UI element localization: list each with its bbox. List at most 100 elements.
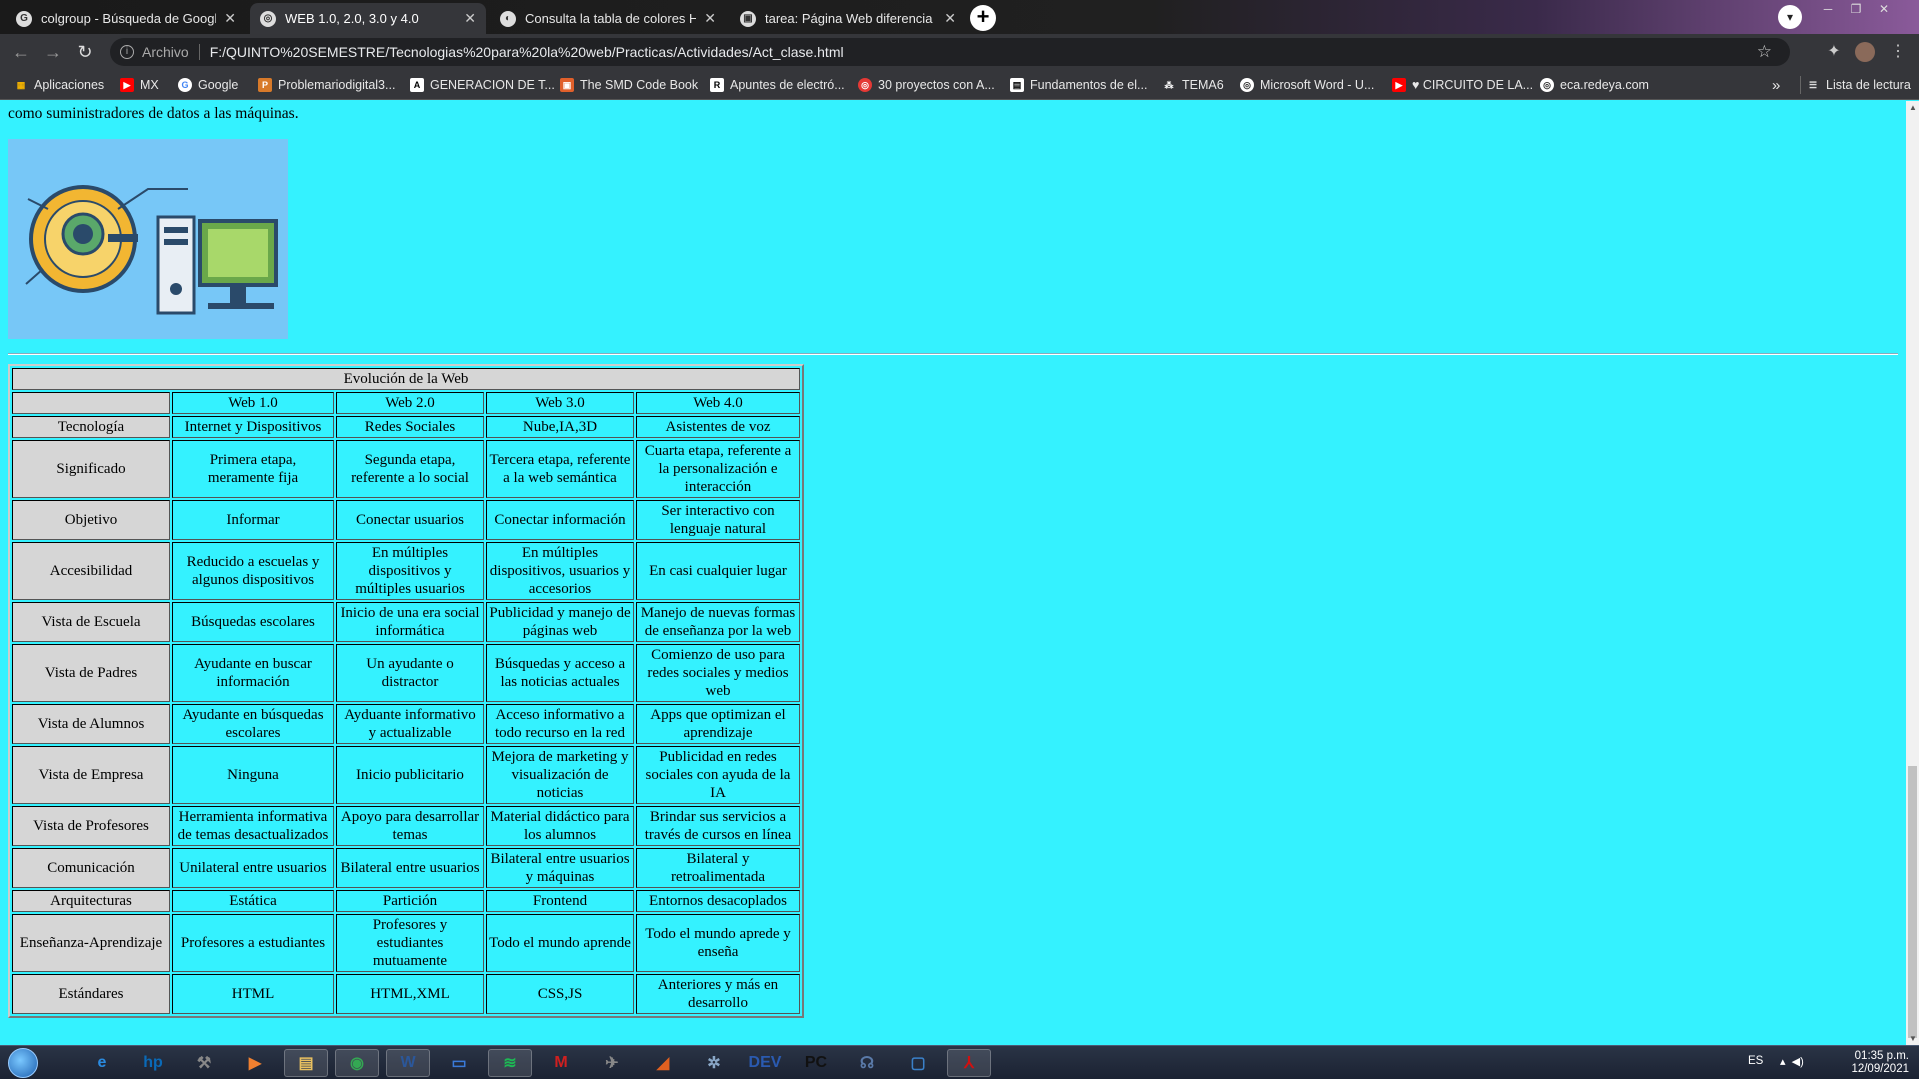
chevron-up-icon[interactable]: ▴ bbox=[1780, 1056, 1786, 1068]
avatar[interactable] bbox=[1855, 42, 1875, 62]
info-icon[interactable]: i bbox=[120, 45, 134, 59]
globe-icon: ◎ bbox=[1240, 78, 1254, 92]
tab-google-search[interactable]: G colgroup - Búsqueda de Google ✕ bbox=[6, 3, 246, 34]
google-icon: G bbox=[178, 78, 192, 92]
bookmark-item[interactable]: ▤ Fundamentos de el... bbox=[1010, 76, 1147, 94]
table-cell: Ayduante informativo y actualizable bbox=[336, 704, 484, 744]
close-icon[interactable]: ✕ bbox=[944, 10, 956, 27]
column-header: Web 3.0 bbox=[486, 392, 634, 414]
tab-search-icon[interactable]: ▾ bbox=[1778, 5, 1802, 29]
reload-button[interactable]: ↻ bbox=[74, 41, 96, 63]
hp-icon[interactable]: hp bbox=[131, 1049, 175, 1077]
table-cell: Informar bbox=[172, 500, 334, 540]
minimize-button[interactable]: ─ bbox=[1815, 0, 1841, 18]
scroll-up-icon[interactable]: ▲ bbox=[1909, 103, 1917, 112]
reading-list-button[interactable]: ☰ Lista de lectura bbox=[1806, 76, 1911, 94]
globe-icon: ◎ bbox=[1540, 78, 1554, 92]
bookmark-star-icon[interactable]: ☆ bbox=[1757, 42, 1772, 62]
scroll-down-icon[interactable]: ▼ bbox=[1909, 1034, 1917, 1043]
bookmark-item[interactable]: A GENERACION DE T... bbox=[410, 76, 555, 94]
table-caption: Evolución de la Web bbox=[12, 368, 800, 390]
spotify-icon[interactable]: ≋ bbox=[488, 1049, 532, 1077]
menu-icon[interactable]: ⋮ bbox=[1888, 42, 1908, 62]
pycharm-icon[interactable]: PC bbox=[794, 1049, 838, 1077]
table-cell: Publicidad y manejo de páginas web bbox=[486, 602, 634, 642]
table-cell: Frontend bbox=[486, 890, 634, 912]
robot-icon[interactable]: ✈ bbox=[590, 1049, 634, 1077]
tab-title: WEB 1.0, 2.0, 3.0 y 4.0 bbox=[285, 11, 419, 26]
bookmark-item[interactable]: R Apuntes de electró... bbox=[710, 76, 845, 94]
tray-icons[interactable]: ▴ ◀) bbox=[1780, 1055, 1804, 1068]
bookmark-item[interactable]: P Problemariodigital3... bbox=[258, 76, 395, 94]
table-corner-cell bbox=[12, 392, 170, 414]
table-row: Vista de Padres Ayudante en buscar inform… bbox=[12, 644, 800, 702]
table-cell: Ninguna bbox=[172, 746, 334, 804]
table-row: Accesibilidad Reducido a escuelas y algun… bbox=[12, 542, 800, 600]
start-button[interactable] bbox=[8, 1048, 38, 1078]
chrome-icon[interactable]: ◉ bbox=[335, 1049, 379, 1077]
mplab-icon[interactable]: M bbox=[539, 1049, 583, 1077]
volume-icon[interactable]: ◀) bbox=[1792, 1056, 1804, 1068]
clock-date: 12/09/2021 bbox=[1851, 1063, 1909, 1075]
page-content: como suministradores de datos a las máqu… bbox=[0, 101, 1906, 1045]
bookmark-item[interactable]: ▶ MX bbox=[120, 76, 159, 94]
bookmark-icon: P bbox=[258, 78, 272, 92]
close-icon[interactable]: ✕ bbox=[704, 10, 716, 27]
table-cell: Acceso informativo a todo recurso en la … bbox=[486, 704, 634, 744]
tab-homework[interactable]: ▣ tarea: Página Web diferencia de ✕ bbox=[730, 3, 966, 34]
table-cell: Asistentes de voz bbox=[636, 416, 800, 438]
table-cell: Anteriores y más en desarrollo bbox=[636, 974, 800, 1014]
media-player-icon[interactable]: ▶ bbox=[233, 1049, 277, 1077]
clock[interactable]: 01:35 p.m. 12/09/2021 bbox=[1851, 1050, 1909, 1076]
word-icon[interactable]: W bbox=[386, 1049, 430, 1077]
row-header: Accesibilidad bbox=[12, 542, 170, 600]
app-glyph: ✲ bbox=[707, 1055, 721, 1072]
close-icon[interactable]: ✕ bbox=[224, 10, 236, 27]
acrobat-icon[interactable]: ⅄ bbox=[947, 1049, 991, 1077]
matlab-icon[interactable]: ◢ bbox=[641, 1049, 685, 1077]
url-text[interactable]: F:/QUINTO%20SEMESTRE/Tecnologias%20para%… bbox=[210, 44, 844, 60]
table-cell: Todo el mundo aprende bbox=[486, 914, 634, 972]
app-glyph: ≋ bbox=[503, 1055, 517, 1072]
address-bar[interactable]: i Archivo F:/QUINTO%20SEMESTRE/Tecnologi… bbox=[110, 38, 1790, 66]
bookmark-item[interactable]: ◎ 30 proyectos con A... bbox=[858, 76, 995, 94]
file-explorer-icon[interactable]: ▤ bbox=[284, 1049, 328, 1077]
close-icon[interactable]: ✕ bbox=[464, 10, 476, 27]
table-cell: Primera etapa, meramente fija bbox=[172, 440, 334, 498]
language-indicator[interactable]: ES bbox=[1748, 1055, 1763, 1067]
table-cell: Partición bbox=[336, 890, 484, 912]
bookmarks-overflow-button[interactable]: » bbox=[1772, 76, 1780, 94]
tool-icon[interactable]: ⚒ bbox=[182, 1049, 226, 1077]
bookmark-item[interactable]: ◎ Microsoft Word - U... bbox=[1240, 76, 1374, 94]
web-illustration bbox=[8, 139, 288, 339]
vertical-scrollbar[interactable]: ▲ ▼ bbox=[1906, 101, 1919, 1045]
tab-web-versions[interactable]: ◎ WEB 1.0, 2.0, 3.0 y 4.0 ✕ bbox=[250, 3, 486, 34]
youtube-icon: ▶ bbox=[120, 78, 134, 92]
taskbar: e hp ⚒ ▶ ▤ ◉ W ▭ ≋ M ✈ ◢ ✲ DEV PC ☊ ▢ ⅄ ES ▴ ◀) 01:35 p.m… bbox=[0, 1045, 1919, 1079]
new-tab-button[interactable]: + bbox=[970, 5, 996, 31]
app-icon[interactable]: ▭ bbox=[437, 1049, 481, 1077]
app-glyph: ▤ bbox=[298, 1055, 314, 1072]
bookmark-item[interactable]: ▣ The SMD Code Book bbox=[560, 76, 698, 94]
bookmark-item[interactable]: ⁂ TEMA6 bbox=[1162, 76, 1224, 94]
scrollbar-thumb[interactable] bbox=[1908, 766, 1917, 1038]
row-header: Objetivo bbox=[12, 500, 170, 540]
devcpp-icon[interactable]: DEV bbox=[743, 1049, 787, 1077]
table-cell: Búsquedas y acceso a las noticias actual… bbox=[486, 644, 634, 702]
postgres-icon[interactable]: ☊ bbox=[845, 1049, 889, 1077]
bookmark-item[interactable]: ▦ Aplicaciones bbox=[14, 76, 104, 94]
virtualbox-icon[interactable]: ▢ bbox=[896, 1049, 940, 1077]
atom-icon[interactable]: ✲ bbox=[692, 1049, 736, 1077]
close-window-button[interactable]: ✕ bbox=[1871, 0, 1897, 18]
forward-button[interactable]: → bbox=[42, 41, 64, 63]
bookmark-item[interactable]: ◎ eca.redeya.com bbox=[1540, 76, 1649, 94]
internet-explorer-icon[interactable]: e bbox=[80, 1049, 124, 1077]
maximize-button[interactable]: ❐ bbox=[1843, 0, 1869, 18]
bookmark-item[interactable]: ▶ ♥ CIRCUITO DE LA... bbox=[1392, 76, 1533, 94]
back-button[interactable]: ← bbox=[10, 41, 32, 63]
youtube-icon: ▶ bbox=[1392, 78, 1406, 92]
extensions-icon[interactable]: ✦ bbox=[1824, 42, 1844, 62]
tab-color-table[interactable]: ◐ Consulta la tabla de colores HTML ✕ bbox=[490, 3, 726, 34]
bookmark-item[interactable]: G Google bbox=[178, 76, 238, 94]
table-cell: HTML bbox=[172, 974, 334, 1014]
